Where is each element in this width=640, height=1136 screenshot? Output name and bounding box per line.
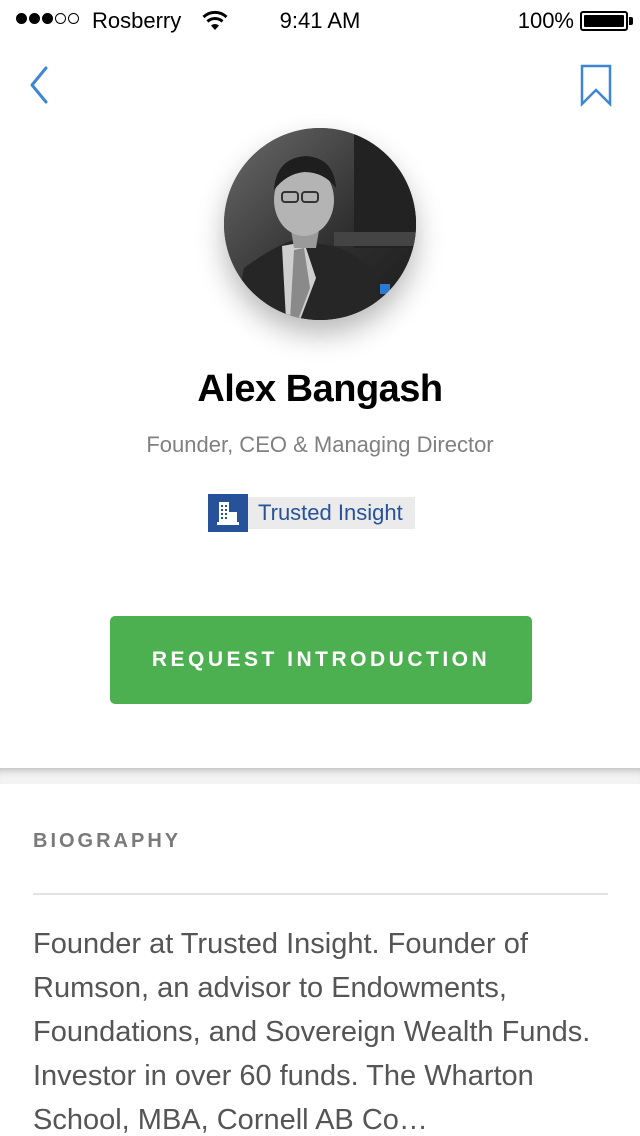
battery-percentage: 100%	[517, 8, 574, 33]
avatar	[224, 128, 416, 320]
battery-icon	[580, 11, 628, 31]
status-bar: Rosberry 9:41 AM 100%	[0, 0, 640, 40]
biography-text: Founder at Trusted Insight. Founder of R…	[33, 928, 591, 1136]
profile-name: Alex Bangash	[197, 368, 443, 410]
bookmark-button[interactable]	[578, 62, 614, 108]
biography-rule	[33, 893, 608, 895]
building-icon	[208, 494, 248, 532]
bookmark-icon	[580, 64, 612, 108]
biography-heading: BIOGRAPHY	[33, 830, 182, 852]
request-introduction-button[interactable]: REQUEST INTRODUCTION	[110, 616, 532, 704]
company-chip[interactable]: Trusted Insight	[208, 494, 415, 532]
battery-tip	[629, 17, 633, 25]
profile-title: Founder, CEO & Managing Director	[146, 432, 494, 457]
company-name: Trusted Insight	[248, 497, 415, 529]
back-button[interactable]	[26, 62, 56, 108]
chevron-left-icon	[30, 66, 48, 104]
section-divider	[0, 768, 640, 784]
